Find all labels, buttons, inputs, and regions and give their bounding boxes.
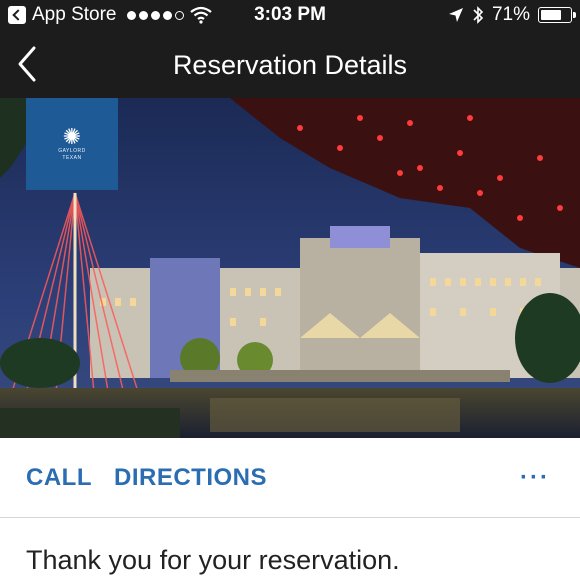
battery-percent: 71%	[491, 4, 530, 25]
top-header: App Store 3:03 PM 71% Reservation Detail…	[0, 0, 580, 98]
logo-brand-line-1: GAYLORD	[58, 148, 86, 154]
status-right: 71%	[448, 4, 576, 26]
thank-you-message: Thank you for your reservation.	[26, 545, 400, 575]
status-bar: App Store 3:03 PM 71%	[0, 0, 580, 32]
hotel-logo: ✺ GAYLORD TEXAN	[26, 98, 118, 190]
logo-mark-icon: ✺	[62, 124, 82, 149]
battery-icon	[538, 7, 576, 23]
action-bar: CALL DIRECTIONS ···	[0, 438, 580, 518]
navigation-bar: Reservation Details	[0, 34, 580, 96]
location-arrow-icon	[448, 8, 463, 22]
call-button[interactable]: CALL	[26, 464, 92, 492]
page-title: Reservation Details	[172, 50, 408, 80]
logo-brand-line-2: TEXAN	[62, 155, 82, 161]
directions-button[interactable]: DIRECTIONS	[114, 464, 267, 492]
more-options-icon[interactable]: ···	[520, 464, 550, 492]
bluetooth-icon	[473, 6, 484, 24]
